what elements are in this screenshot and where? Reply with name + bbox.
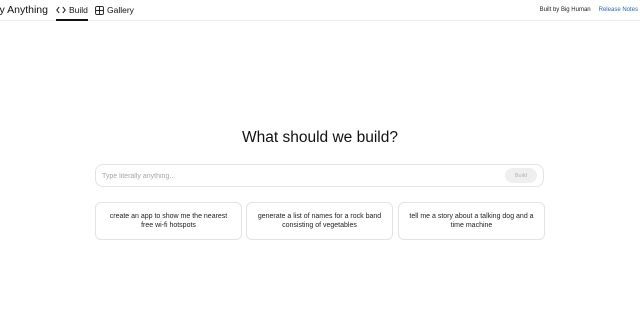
prompt-input[interactable]: [102, 168, 492, 184]
build-button[interactable]: Build: [505, 168, 537, 183]
page: Literally Anything Build Gallery Bu: [0, 0, 640, 334]
tab-gallery[interactable]: Gallery: [94, 0, 134, 20]
brand-title[interactable]: Literally Anything: [0, 4, 48, 16]
release-notes-link[interactable]: Release Notes: [599, 7, 638, 13]
tab-build[interactable]: Build: [56, 0, 88, 21]
code-icon: [56, 5, 66, 15]
suggestion-card[interactable]: generate a list of names for a rock band…: [246, 202, 393, 240]
tab-build-label: Build: [69, 5, 88, 15]
tab-gallery-label: Gallery: [107, 5, 134, 15]
grid-icon: [94, 5, 104, 15]
built-by-text[interactable]: Built by Big Human: [540, 7, 591, 13]
page-title: What should we build?: [242, 129, 398, 146]
prompt-bar: Build: [95, 164, 544, 187]
suggestion-card[interactable]: tell me a story about a talking dog and …: [398, 202, 545, 240]
suggestion-card[interactable]: create an app to show me the nearest fre…: [95, 202, 242, 240]
top-nav: Literally Anything Build Gallery Bu: [0, 0, 640, 21]
header-links: Built by Big Human Release Notes: [540, 0, 638, 20]
